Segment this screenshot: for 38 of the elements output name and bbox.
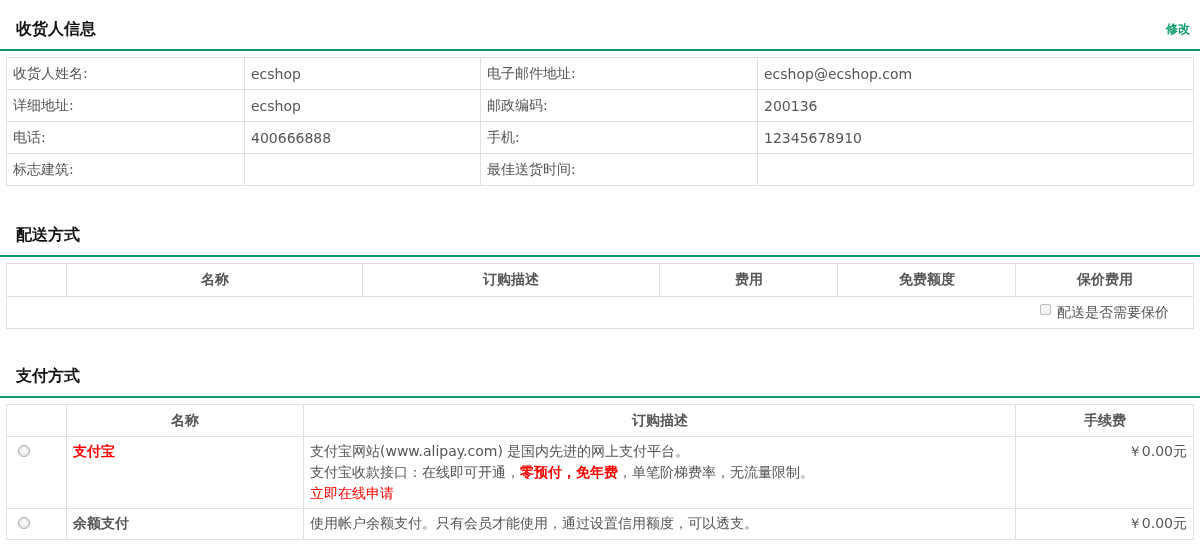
column-header: 名称: [66, 404, 304, 437]
field-label: 邮政编码:: [480, 89, 758, 122]
field-label: 电话:: [6, 121, 245, 154]
column-header: 订购描述: [303, 404, 1016, 437]
field-value: 200136: [757, 89, 1194, 122]
field-label: 标志建筑:: [6, 153, 245, 186]
description-text: 支付宝收款接口：在线即可开通，零预付，免年费，单笔阶梯费率，无流量限制。: [310, 463, 815, 482]
field-label: 详细地址:: [6, 89, 245, 122]
column-header: 名称: [66, 263, 363, 297]
fee-value: ￥0.00元: [1015, 508, 1194, 540]
field-label: 手机:: [480, 121, 758, 154]
field-label: 最佳送货时间:: [480, 153, 758, 186]
field-value: ecshop: [244, 89, 481, 122]
description-text: 支付宝网站(www.alipay.com) 是国内先进的网上支付平台。: [310, 442, 691, 461]
field-value: ecshop: [244, 57, 481, 90]
section-title: 配送方式: [16, 225, 80, 246]
field-label: 收货人姓名:: [6, 57, 245, 90]
field-label: 电子邮件地址:: [480, 57, 758, 90]
field-value: ecshop@ecshop.com: [757, 57, 1194, 90]
payment-name: 余额支付: [66, 508, 304, 540]
column-header: 保价费用: [1015, 263, 1194, 297]
radio-button[interactable]: [18, 445, 30, 457]
description-text: 使用帐户余额支付。只有会员才能使用，通过设置信用额度，可以透支。: [310, 514, 759, 533]
checkbox[interactable]: [1040, 304, 1051, 315]
column-header: 手续费: [1015, 404, 1194, 437]
column-header: 免费额度: [837, 263, 1016, 297]
radio-button[interactable]: [18, 517, 30, 529]
payment-name: 支付宝: [66, 436, 304, 509]
section-title: 收货人信息: [16, 19, 96, 40]
apply-link[interactable]: 立即在线申请: [310, 483, 394, 504]
column-header: 费用: [659, 263, 838, 297]
fee-value: ￥0.00元: [1015, 436, 1194, 509]
checkbox-label: 配送是否需要保价: [1057, 303, 1169, 322]
field-value: 400666888: [244, 121, 481, 154]
field-value: 12345678910: [757, 121, 1194, 154]
section-title: 支付方式: [16, 366, 80, 387]
edit-link[interactable]: 修改: [1166, 21, 1190, 38]
column-header: 订购描述: [362, 263, 660, 297]
